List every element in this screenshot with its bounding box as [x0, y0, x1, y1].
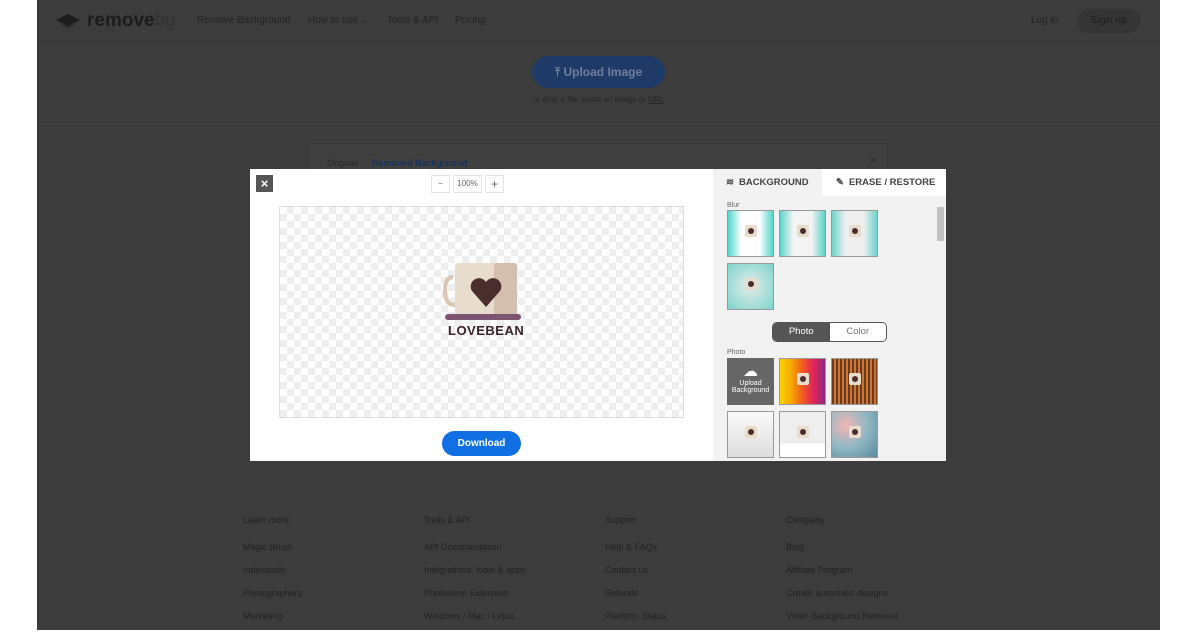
- footer-heading: Learn more: [243, 515, 290, 525]
- background-thumbnail[interactable]: [779, 210, 826, 257]
- footer-heading: Company: [786, 515, 825, 525]
- footer-link[interactable]: Contact us: [605, 565, 667, 575]
- editor-modal: × − 100% + LOVEBEAN Download ≋ BACKGROUND…: [250, 169, 946, 461]
- blur-label: Blur: [727, 202, 740, 209]
- brush-icon: ✎: [836, 177, 844, 188]
- mug-preview: [849, 225, 861, 237]
- logo-icon: [56, 14, 80, 28]
- mug-preview: [849, 373, 861, 385]
- mug-preview: [849, 426, 861, 438]
- logo-suffix: bg: [154, 10, 176, 31]
- drop-text: or drop a file, paste an image or: [532, 95, 649, 104]
- cloud-upload-icon: ☁: [743, 363, 758, 380]
- background-thumbnail[interactable]: [727, 210, 774, 257]
- nav-tools-api[interactable]: Tools & API: [387, 15, 438, 26]
- footer-link[interactable]: Blog: [786, 542, 897, 552]
- upload-bg-line1: Upload: [739, 380, 762, 387]
- mug-preview: [745, 426, 757, 438]
- mug-preview: [745, 278, 757, 290]
- background-thumbnail[interactable]: [779, 411, 826, 458]
- tab-label: BACKGROUND: [738, 177, 809, 188]
- layers-icon: ≋: [726, 177, 734, 188]
- download-button[interactable]: Download: [442, 431, 521, 456]
- logo[interactable]: removebg: [55, 10, 176, 32]
- upload-bg-line2: Background: [731, 387, 770, 394]
- footer-link[interactable]: Affiliate Program: [786, 565, 897, 575]
- tab-background[interactable]: ≋ BACKGROUND: [713, 169, 822, 196]
- scrollbar-thumb[interactable]: [937, 207, 944, 241]
- upload-label: Upload Image: [563, 65, 643, 79]
- panel-scrollbar[interactable]: [937, 199, 944, 454]
- footer-link[interactable]: Marketing: [243, 611, 302, 621]
- drop-hint: or drop a file, paste an image or URL: [37, 95, 1160, 104]
- nav-pricing[interactable]: Pricing: [455, 15, 486, 26]
- footer-link[interactable]: Windows / Mac / Linux: [424, 611, 526, 621]
- mug-preview: [797, 373, 809, 385]
- mug-preview: [797, 426, 809, 438]
- footer-link[interactable]: Create automatic designs: [786, 588, 897, 598]
- photo-color-toggle: Photo Color: [772, 322, 887, 342]
- image-canvas: LOVEBEAN: [279, 206, 684, 418]
- background-thumbnail[interactable]: [831, 411, 878, 458]
- footer-heading: Support: [605, 515, 637, 525]
- url-link[interactable]: URL: [648, 95, 664, 104]
- close-icon[interactable]: ×: [870, 153, 877, 167]
- footer-link[interactable]: Refunds: [605, 588, 667, 598]
- divider: [37, 122, 1160, 123]
- footer-link[interactable]: Photographers: [243, 588, 302, 598]
- footer-column: Support Help & FAQs Contact us Refunds Platf…: [605, 515, 667, 634]
- footer-link[interactable]: API Documentation: [424, 542, 526, 552]
- tab-erase-restore[interactable]: ✎ ERASE / RESTORE: [822, 169, 946, 196]
- mug-preview: [797, 225, 809, 237]
- zoom-out-button[interactable]: −: [431, 175, 450, 193]
- toggle-color[interactable]: Color: [829, 323, 886, 341]
- tab-original[interactable]: Original: [327, 158, 358, 168]
- nav-remove-background[interactable]: Remove Background: [197, 15, 290, 26]
- footer-link[interactable]: Magic Brush: [243, 542, 302, 552]
- photo-label: Photo: [727, 349, 746, 356]
- footer-heading: Tools & API: [424, 515, 471, 525]
- background-thumbnail[interactable]: [831, 358, 878, 405]
- logo-word: remove: [87, 10, 155, 31]
- upload-image-button[interactable]: ⤒ Upload Image: [532, 56, 665, 88]
- footer-link[interactable]: Individuals: [243, 565, 302, 575]
- login-link[interactable]: Log in: [1031, 15, 1058, 26]
- mug-preview: [745, 225, 757, 237]
- signup-button[interactable]: Sign up: [1077, 9, 1141, 33]
- footer-column: Company Blog Affiliate Program Create autom…: [786, 515, 897, 634]
- background-thumbnail[interactable]: [831, 210, 878, 257]
- footer-column: Learn more Magic Brush Individuals Photogra…: [243, 515, 302, 634]
- toggle-photo[interactable]: Photo: [773, 323, 830, 341]
- close-button[interactable]: ×: [256, 175, 273, 192]
- header: removebg Remove Background How to use ⌄ …: [37, 0, 1160, 42]
- footer-column: Tools & API API Documentation Integrations…: [424, 515, 526, 634]
- footer-link[interactable]: Video Background Removal: [786, 611, 897, 621]
- footer-link[interactable]: Platform Status: [605, 611, 667, 621]
- footer-link[interactable]: Photoshop Extension: [424, 588, 526, 598]
- nav-label: How to use: [308, 15, 359, 26]
- upload-background-button[interactable]: ☁ Upload Background: [727, 358, 774, 405]
- image-text: LOVEBEAN: [448, 323, 525, 338]
- background-thumbnail[interactable]: [779, 358, 826, 405]
- chevron-down-icon: ⌄: [358, 15, 370, 26]
- tab-label: ERASE / RESTORE: [848, 177, 936, 188]
- footer-link[interactable]: Integrations, tools & apps: [424, 565, 526, 575]
- zoom-in-button[interactable]: +: [485, 175, 504, 193]
- footer-link[interactable]: Help & FAQs: [605, 542, 667, 552]
- nav-how-to-use[interactable]: How to use ⌄: [308, 15, 369, 26]
- tab-removed-background[interactable]: Removed Background: [372, 158, 468, 168]
- background-thumbnail[interactable]: [727, 411, 774, 458]
- background-panel: ≋ BACKGROUND ✎ ERASE / RESTORE Blur Photo …: [713, 169, 946, 461]
- background-thumbnail[interactable]: [727, 263, 774, 310]
- zoom-level: 100%: [453, 175, 482, 193]
